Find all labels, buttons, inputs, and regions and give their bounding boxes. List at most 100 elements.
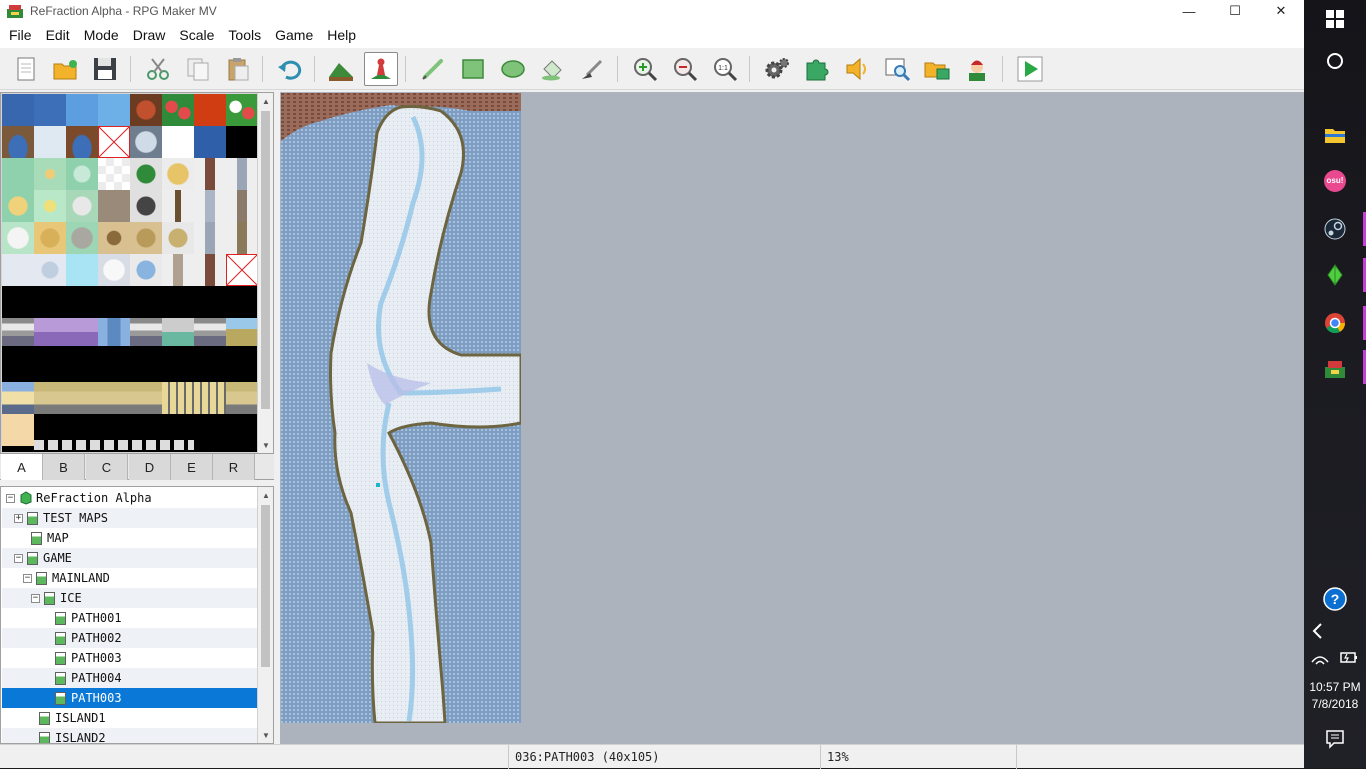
menu-edit[interactable]: Edit xyxy=(39,22,77,48)
tile-sand-wall[interactable] xyxy=(226,318,258,346)
battery-button[interactable] xyxy=(1336,642,1360,672)
playtest-button[interactable] xyxy=(1013,52,1047,86)
tile-lava-hole[interactable] xyxy=(130,94,162,126)
taskbar-date[interactable]: 7/8/2018 xyxy=(1304,697,1366,711)
collapse-icon[interactable]: − xyxy=(6,493,15,503)
tile-grass-stone[interactable] xyxy=(66,190,98,222)
tile-sand-tile[interactable] xyxy=(130,222,162,254)
undo-button[interactable] xyxy=(273,52,307,86)
expand-icon[interactable]: + xyxy=(14,513,23,523)
pencil-tool-button[interactable] xyxy=(416,52,450,86)
scroll-down-arrow-icon[interactable]: ▼ xyxy=(258,727,273,743)
tile-wood-post[interactable] xyxy=(194,158,226,190)
tile-ice-patch[interactable] xyxy=(34,254,66,286)
tab-d[interactable]: D xyxy=(129,454,171,480)
palette-scroll-thumb[interactable] xyxy=(261,111,270,409)
tile-grass-light[interactable] xyxy=(2,158,34,190)
tile-waterfall[interactable] xyxy=(98,94,130,126)
tree-item-island2[interactable]: ISLAND2 xyxy=(2,728,258,743)
tile-empty-marker[interactable] xyxy=(98,126,130,158)
tree-item-mainland[interactable]: − MAINLAND xyxy=(2,568,258,588)
collapse-icon[interactable]: − xyxy=(23,573,32,583)
tree-item-test-maps[interactable]: + TEST MAPS xyxy=(2,508,258,528)
tile-stone-post[interactable] xyxy=(226,190,258,222)
shadow-pen-tool-button[interactable] xyxy=(576,52,610,86)
rectangle-tool-button[interactable] xyxy=(456,52,490,86)
paste-button[interactable] xyxy=(221,52,255,86)
tab-e[interactable]: E xyxy=(171,454,213,480)
tile-purple-wall[interactable] xyxy=(34,318,98,346)
tile-ice-flower[interactable] xyxy=(130,254,162,286)
tree-item-map[interactable]: MAP xyxy=(2,528,258,548)
tab-c[interactable]: C xyxy=(86,454,128,480)
tile-grass-round[interactable] xyxy=(66,158,98,190)
maximize-button[interactable]: ☐ xyxy=(1212,0,1258,22)
taskbar-chrome[interactable] xyxy=(1320,308,1350,338)
wifi-button[interactable] xyxy=(1308,642,1332,672)
zoom-out-button[interactable] xyxy=(668,52,702,86)
actual-size-button[interactable]: 1:1 xyxy=(708,52,742,86)
help-tips-button[interactable]: ? xyxy=(1320,584,1350,614)
map-canvas[interactable] xyxy=(280,92,1304,744)
tile-ice-floor[interactable] xyxy=(34,126,66,158)
tile-snow-patch[interactable] xyxy=(2,222,34,254)
tile-snow-blank[interactable] xyxy=(162,126,194,158)
tile-blue-pipe[interactable] xyxy=(98,318,130,346)
tile-ice-pillar[interactable] xyxy=(194,190,226,222)
tab-b[interactable]: B xyxy=(43,454,85,480)
tree-item-path002[interactable]: PATH002 xyxy=(2,628,258,648)
menu-tools[interactable]: Tools xyxy=(221,22,268,48)
tile-wood-floor[interactable] xyxy=(98,222,130,254)
menu-file[interactable]: File xyxy=(2,22,39,48)
collapse-icon[interactable]: − xyxy=(14,553,23,563)
event-searcher-button[interactable] xyxy=(880,52,914,86)
tile-empty-marker-2[interactable] xyxy=(226,254,258,286)
tree-item-path003-selected[interactable]: PATH003 xyxy=(2,688,258,708)
tile-window-wall[interactable] xyxy=(2,382,34,414)
tree-item-path004[interactable]: PATH004 xyxy=(2,668,258,688)
tab-a[interactable]: A xyxy=(1,454,43,480)
tile-mixed-flowers[interactable] xyxy=(226,94,258,126)
taskbar-steam[interactable] xyxy=(1320,214,1350,244)
tile-sand-circle[interactable] xyxy=(34,222,66,254)
plugin-manager-button[interactable] xyxy=(800,52,834,86)
save-project-button[interactable] xyxy=(88,52,122,86)
flood-fill-tool-button[interactable] xyxy=(536,52,570,86)
tree-item-path001[interactable]: PATH001 xyxy=(2,608,258,628)
tile-stone-pillar[interactable] xyxy=(226,158,258,190)
palette-scrollbar[interactable]: ▲ ▼ xyxy=(257,93,273,453)
tile-void[interactable] xyxy=(226,126,258,158)
tile-torch[interactable] xyxy=(162,190,194,222)
close-button[interactable]: ✕ xyxy=(1258,0,1304,22)
tree-item-path003[interactable]: PATH003 xyxy=(2,648,258,668)
menu-help[interactable]: Help xyxy=(320,22,363,48)
event-mode-button[interactable] xyxy=(364,52,398,86)
tree-item-ice[interactable]: − ICE xyxy=(2,588,258,608)
character-generator-button[interactable] xyxy=(960,52,994,86)
database-button[interactable] xyxy=(760,52,794,86)
tile-fence-post[interactable] xyxy=(226,222,258,254)
tile-night-water[interactable] xyxy=(194,126,226,158)
tile-cave-pond[interactable] xyxy=(2,126,34,158)
tile-red-post[interactable] xyxy=(194,254,226,286)
scroll-down-arrow-icon[interactable]: ▼ xyxy=(258,437,273,453)
tile-dark-bush[interactable] xyxy=(130,190,162,222)
scroll-up-arrow-icon[interactable]: ▲ xyxy=(258,93,273,109)
tile-dark-pond[interactable] xyxy=(66,126,98,158)
scroll-up-arrow-icon[interactable]: ▲ xyxy=(258,487,273,503)
event-marker[interactable] xyxy=(376,483,380,487)
collapse-icon[interactable]: − xyxy=(31,593,40,603)
tile-sign[interactable] xyxy=(162,222,194,254)
ellipse-tool-button[interactable] xyxy=(496,52,530,86)
taskbar-rpg-maker[interactable] xyxy=(1320,354,1350,384)
tree-item-island1[interactable]: ISLAND1 xyxy=(2,708,258,728)
map-mode-button[interactable] xyxy=(324,52,358,86)
resource-manager-button[interactable] xyxy=(920,52,954,86)
tree-item-project[interactable]: − ReFraction Alpha xyxy=(2,488,258,508)
menu-scale[interactable]: Scale xyxy=(172,22,221,48)
taskbar-file-explorer[interactable] xyxy=(1320,120,1350,150)
tile-stone-column[interactable] xyxy=(194,222,226,254)
tab-r[interactable]: R xyxy=(213,454,255,480)
tile-rock-patch[interactable] xyxy=(66,222,98,254)
tile-grass-star[interactable] xyxy=(34,190,66,222)
